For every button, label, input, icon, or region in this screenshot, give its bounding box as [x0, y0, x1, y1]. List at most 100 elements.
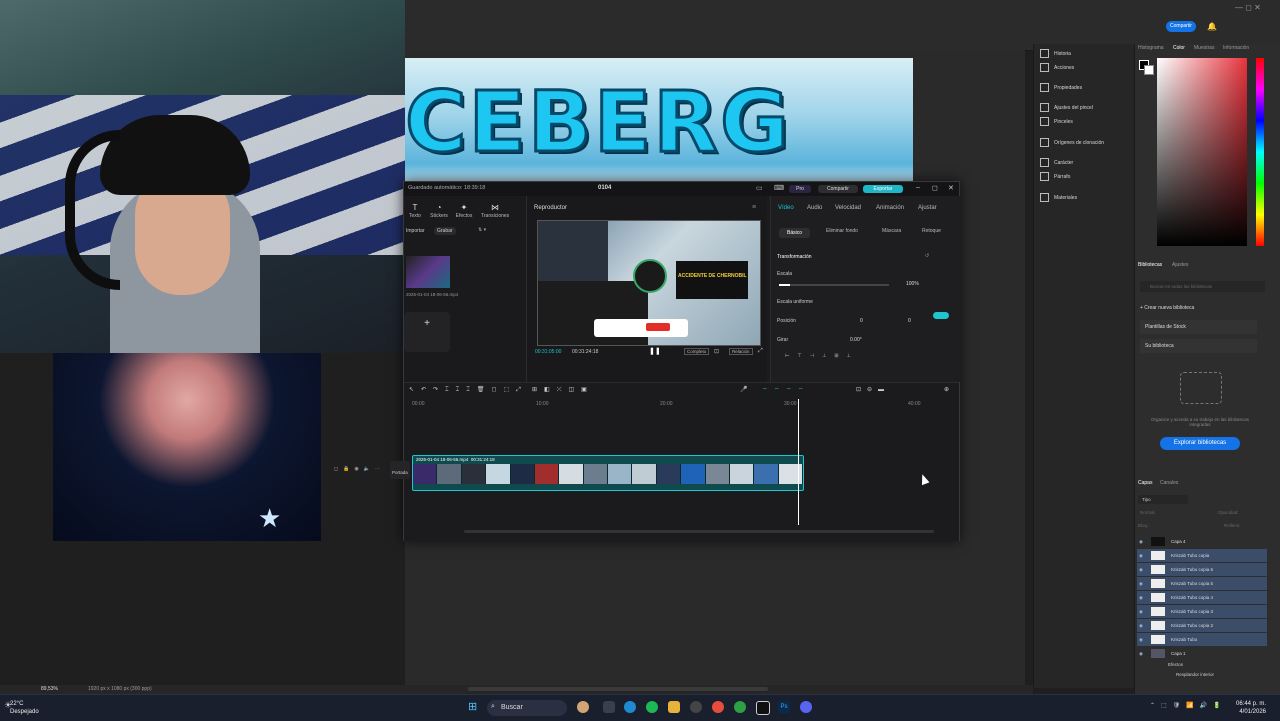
pro-badge[interactable]: Pro [789, 185, 811, 193]
panel-brush-settings[interactable]: Ajustes del pincel [1040, 103, 1093, 112]
effect-tools-icon[interactable]: ⊞◧⤫◫▣ [532, 386, 594, 394]
library-stock-templates[interactable]: Plantillas de Stock [1140, 320, 1257, 334]
task-view-icon[interactable] [603, 701, 615, 713]
layer-row[interactable]: ◉ Kriszab Tubo copia 3 [1137, 605, 1267, 618]
tab-transitions[interactable]: ⋈ Transiciones [481, 203, 509, 219]
import-button[interactable]: Importar [406, 228, 425, 234]
mic-icon[interactable]: 🎤 [740, 386, 747, 393]
reset-icon[interactable]: ↺ [925, 253, 929, 259]
photoshop-icon[interactable]: Ps [778, 701, 790, 713]
taskbar-search[interactable]: Buscar [487, 700, 567, 716]
uniform-scale-toggle[interactable] [933, 312, 949, 319]
layer-row[interactable]: ◉ Kriszab Tubo [1137, 633, 1267, 646]
track-controls-icon[interactable]: ◻🔒◉🔈⋯ [334, 466, 385, 472]
eye-icon[interactable]: ◉ [1139, 647, 1145, 660]
tab-animation[interactable]: Animación [876, 205, 904, 211]
scale-value[interactable]: 100% [906, 281, 919, 287]
layer-row[interactable]: ◉ Kriszab Tubo copia 4 [1137, 591, 1267, 604]
maximize-icon[interactable]: ◻ [932, 184, 938, 192]
eye-icon[interactable]: ◉ [1139, 549, 1145, 562]
tab-speed[interactable]: Velocidad [835, 205, 861, 211]
zoom-fit-icon[interactable]: ⊕ [944, 386, 949, 393]
panel-paragraph[interactable]: Párrafo [1040, 172, 1070, 181]
color-field[interactable] [1157, 58, 1247, 246]
panel-clone-source[interactable]: Orígenes de clonación [1040, 138, 1104, 147]
panel-properties[interactable]: Propiedades [1040, 83, 1082, 92]
layer-effect-inner-glow[interactable]: Resplandor interior [1176, 672, 1214, 677]
eye-icon[interactable]: ◉ [1139, 563, 1145, 576]
video-clip[interactable]: 2026-01-04 18-06-56.mp4 00:31:24:18 [412, 455, 804, 491]
media-thumbnail[interactable] [406, 256, 450, 288]
layer-row[interactable]: ◉ Kriszab Tubo copia 2 [1137, 619, 1267, 632]
panel-materials[interactable]: Materiales [1040, 193, 1077, 202]
windows-start-icon[interactable]: ⊞ [468, 700, 477, 713]
window-controls[interactable]: — ◻ ✕ [1235, 3, 1261, 12]
eye-icon[interactable]: ◉ [1139, 605, 1145, 618]
tab-libraries[interactable]: Bibliotecas [1138, 262, 1162, 268]
layer-row[interactable]: ◉ Kriszab Tubo copia 6 [1137, 563, 1267, 576]
capcut-icon[interactable] [756, 701, 770, 715]
position-y-input[interactable]: 0 [908, 318, 911, 324]
bell-icon[interactable]: 🔔 [1207, 22, 1217, 31]
layer-row[interactable]: ◉ Kriszab Tubo copia [1137, 549, 1267, 562]
explore-libraries-button[interactable]: Explorar bibliotecas [1160, 437, 1240, 450]
layer-row[interactable]: ◉ Capa 4 [1137, 535, 1267, 548]
sort-icon[interactable]: ⇅ ▾ [478, 227, 486, 233]
zoom-tools-icon[interactable]: ⊡⊖▬ [856, 386, 890, 393]
horizontal-scrollbar[interactable] [468, 687, 768, 691]
tab-swatches[interactable]: Muestras [1194, 45, 1215, 51]
eye-icon[interactable]: ◉ [1139, 619, 1145, 632]
chrome-icon[interactable] [712, 701, 724, 713]
chrome-profile-icon[interactable] [734, 701, 746, 713]
add-media-button[interactable]: + [404, 312, 450, 352]
ratio-button[interactable]: Relación [729, 348, 753, 355]
subtab-mask[interactable]: Máscara [882, 228, 901, 234]
blend-mode-select[interactable]: Normal [1140, 510, 1155, 515]
link-tools-icon[interactable]: ⇔⇔⇔⇔ [762, 386, 810, 392]
export-button[interactable]: Exportar [863, 185, 903, 193]
panel-character[interactable]: Carácter [1040, 158, 1073, 167]
layer-row[interactable]: ◉ Kriszab Tubo copia 5 [1137, 577, 1267, 590]
panel-history[interactable]: Historia [1040, 49, 1071, 58]
edit-tools-icon[interactable]: ↖↶↷⌶⌶⌶🗑◻⬚⤢ [409, 386, 528, 394]
weather-widget[interactable]: 22°C Despejado [10, 700, 39, 716]
background-swatch[interactable] [1144, 65, 1154, 75]
eye-icon[interactable]: ◉ [1139, 577, 1145, 590]
hue-slider[interactable] [1256, 58, 1264, 246]
position-x-input[interactable]: 0 [860, 318, 863, 324]
edge-icon[interactable] [624, 701, 636, 713]
tab-text[interactable]: T Texto [404, 203, 426, 219]
eye-icon[interactable]: ◉ [1139, 591, 1145, 604]
layer-row[interactable]: ◉ Capa 1 [1137, 647, 1267, 660]
tab-info[interactable]: Información [1223, 45, 1249, 51]
subtab-remove-bg[interactable]: Eliminar fondo [826, 228, 858, 234]
cover-button[interactable]: Portada [390, 461, 410, 479]
layout-icon[interactable]: ▭ [756, 184, 763, 192]
tab-adjust[interactable]: Ajustar [918, 205, 937, 211]
panel-brushes[interactable]: Pinceles [1040, 117, 1073, 126]
rotate-input[interactable]: 0.00° [850, 337, 862, 343]
zoom-level[interactable]: 89,53% [41, 686, 58, 692]
screenshot-icon[interactable]: ⊡ [714, 348, 719, 355]
align-icons[interactable]: ⊢⊤⊣⊥⊞⊥ [785, 353, 859, 359]
eye-icon[interactable]: ◉ [1139, 535, 1145, 548]
subtab-retouch[interactable]: Retoque [922, 228, 941, 234]
layer-effects[interactable]: Efectos [1168, 662, 1183, 667]
record-button[interactable]: Grabar [434, 227, 456, 235]
pause-icon[interactable]: ❚❚ [649, 347, 661, 355]
menu-icon[interactable]: ≡ [752, 204, 756, 211]
library-yours[interactable]: Su biblioteca [1140, 339, 1257, 353]
tab-layers[interactable]: Capas [1138, 480, 1152, 486]
video-preview[interactable]: ACCIDENTE DE CHERNOBIL [537, 220, 761, 346]
tab-stickers[interactable]: ◔ Stickers [428, 203, 450, 219]
tab-histogram[interactable]: Histograma [1138, 45, 1164, 51]
close-icon[interactable]: ✕ [948, 184, 954, 192]
library-search-input[interactable]: Buscar en todas las bibliotecas [1140, 281, 1265, 292]
timeline-scrollbar[interactable] [464, 530, 934, 533]
avatar[interactable] [577, 701, 589, 713]
create-library-link[interactable]: + Crear nueva biblioteca [1140, 305, 1194, 311]
fullscreen-icon[interactable]: ⤢ [758, 348, 763, 355]
scale-slider[interactable] [779, 284, 889, 286]
discord-icon[interactable] [800, 701, 812, 713]
obs-icon[interactable] [690, 701, 702, 713]
